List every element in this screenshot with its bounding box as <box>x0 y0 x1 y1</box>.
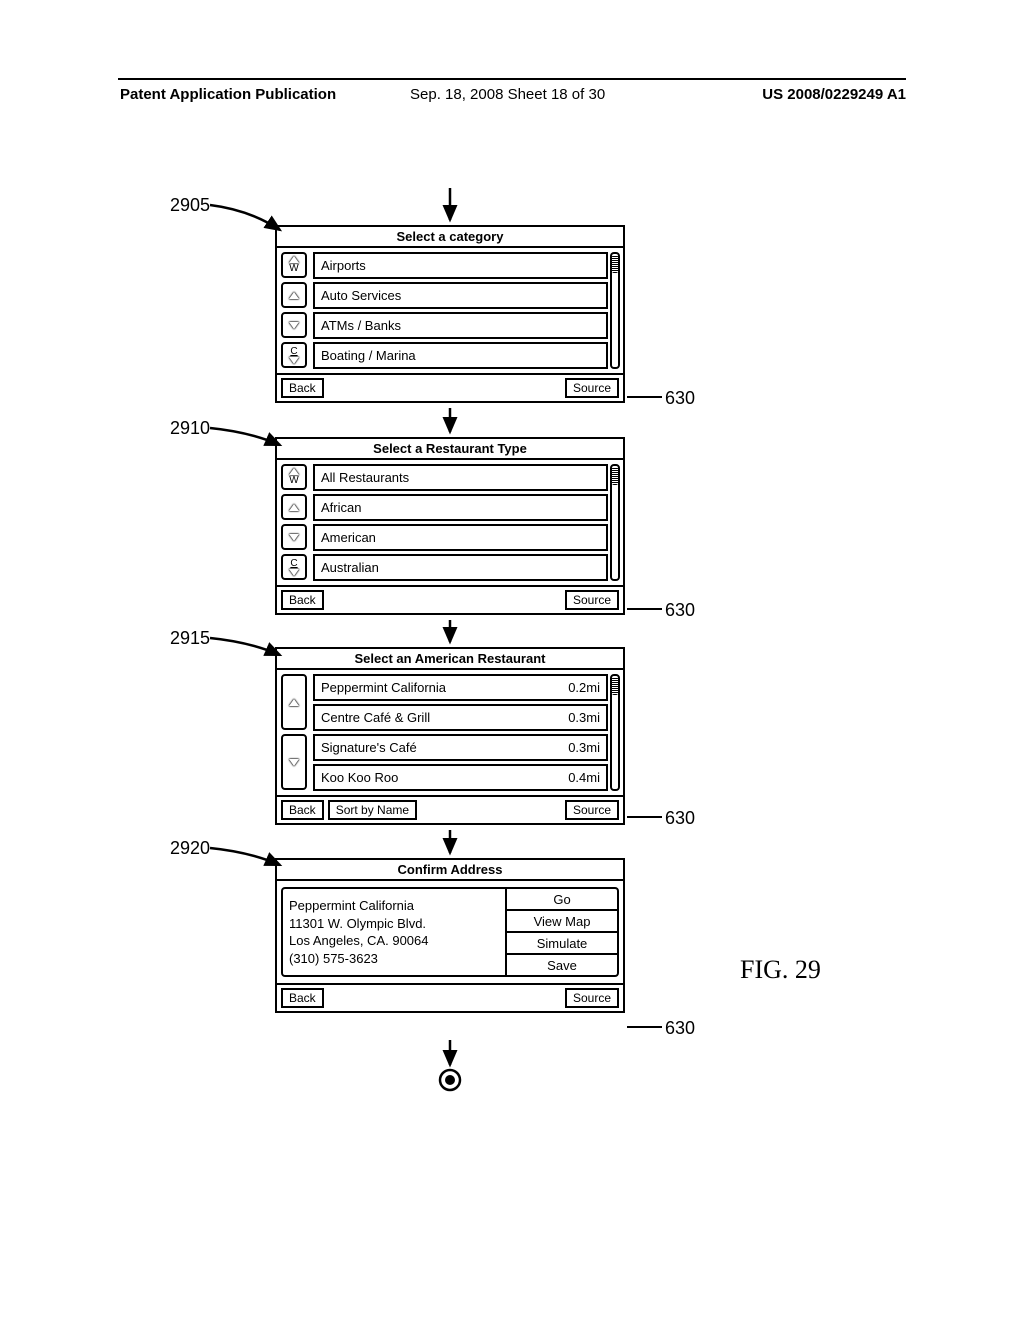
list-item[interactable]: Centre Café & Grill0.3mi <box>313 704 608 731</box>
nav-key-down[interactable] <box>281 734 307 790</box>
back-button[interactable]: Back <box>281 800 324 820</box>
nav-key-up-w[interactable]: W <box>281 252 307 278</box>
address-line: Peppermint California <box>289 897 499 915</box>
ref-2920: 2920 <box>170 838 210 859</box>
list-item[interactable]: Signature's Café0.3mi <box>313 734 608 761</box>
panel2-nav: W C <box>277 460 311 585</box>
address-line: Los Angeles, CA. 90064 <box>289 932 499 950</box>
source-button[interactable]: Source <box>565 988 619 1008</box>
nav-key-up[interactable] <box>281 674 307 730</box>
panel3-list: Peppermint California0.2mi Centre Café &… <box>311 670 610 795</box>
panel2-title: Select a Restaurant Type <box>277 439 623 460</box>
nav-key-down[interactable] <box>281 524 307 550</box>
list-item[interactable]: Airports <box>313 252 608 279</box>
ref-2915: 2915 <box>170 628 210 649</box>
list-item[interactable]: All Restaurants <box>313 464 608 491</box>
list-item[interactable]: Australian <box>313 554 608 581</box>
list-item[interactable]: Boating / Marina <box>313 342 608 369</box>
panel2-scrollbar[interactable] <box>610 460 620 585</box>
confirm-actions: Go View Map Simulate Save <box>505 889 617 975</box>
nav-key-up[interactable] <box>281 494 307 520</box>
nav-key-c-down[interactable]: C <box>281 342 307 368</box>
simulate-button[interactable]: Simulate <box>507 933 617 955</box>
save-button[interactable]: Save <box>507 955 617 975</box>
panel-select-restaurant-type: Select a Restaurant Type W C All Restaur… <box>275 437 625 615</box>
list-item[interactable]: Peppermint California0.2mi <box>313 674 608 701</box>
list-item[interactable]: African <box>313 494 608 521</box>
nav-key-up[interactable] <box>281 282 307 308</box>
figure-label: FIG. 29 <box>740 955 821 985</box>
nav-key-c-down[interactable]: C <box>281 554 307 580</box>
back-button[interactable]: Back <box>281 988 324 1008</box>
list-item[interactable]: American <box>313 524 608 551</box>
nav-key-down[interactable] <box>281 312 307 338</box>
panel3-title: Select an American Restaurant <box>277 649 623 670</box>
panel3-scrollbar[interactable] <box>610 670 620 795</box>
address-line: (310) 575-3623 <box>289 950 499 968</box>
panel3-nav <box>277 670 311 795</box>
panel1-list: Airports Auto Services ATMs / Banks Boat… <box>311 248 610 373</box>
list-item[interactable]: Koo Koo Roo0.4mi <box>313 764 608 791</box>
go-button[interactable]: Go <box>507 889 617 911</box>
nav-key-up-w[interactable]: W <box>281 464 307 490</box>
view-map-button[interactable]: View Map <box>507 911 617 933</box>
panel2-list: All Restaurants African American Austral… <box>311 460 610 585</box>
panel1-nav: W C <box>277 248 311 373</box>
ref-630-c: 630 <box>665 808 695 829</box>
list-item[interactable]: ATMs / Banks <box>313 312 608 339</box>
panel-confirm-address: Confirm Address Peppermint California 11… <box>275 858 625 1013</box>
ref-2910: 2910 <box>170 418 210 439</box>
header-right: US 2008/0229249 A1 <box>762 86 906 103</box>
panel-select-american-restaurant: Select an American Restaurant Peppermint… <box>275 647 625 825</box>
confirm-content: Peppermint California 11301 W. Olympic B… <box>281 887 619 977</box>
address-block: Peppermint California 11301 W. Olympic B… <box>283 889 505 975</box>
ref-630-d: 630 <box>665 1018 695 1039</box>
panel4-title: Confirm Address <box>277 860 623 881</box>
source-button[interactable]: Source <box>565 590 619 610</box>
ref-630-a: 630 <box>665 388 695 409</box>
source-button[interactable]: Source <box>565 800 619 820</box>
list-item[interactable]: Auto Services <box>313 282 608 309</box>
address-line: 11301 W. Olympic Blvd. <box>289 915 499 933</box>
panel1-title: Select a category <box>277 227 623 248</box>
source-button[interactable]: Source <box>565 378 619 398</box>
ref-630-b: 630 <box>665 600 695 621</box>
back-button[interactable]: Back <box>281 590 324 610</box>
header-left: Patent Application Publication <box>120 86 336 103</box>
back-button[interactable]: Back <box>281 378 324 398</box>
header-mid: Sep. 18, 2008 Sheet 18 of 30 <box>410 86 605 103</box>
sort-button[interactable]: Sort by Name <box>328 800 417 820</box>
panel-select-category: Select a category W C Airports Auto Serv… <box>275 225 625 403</box>
header-rule <box>118 78 906 80</box>
panel1-scrollbar[interactable] <box>610 248 620 373</box>
ref-2905: 2905 <box>170 195 210 216</box>
